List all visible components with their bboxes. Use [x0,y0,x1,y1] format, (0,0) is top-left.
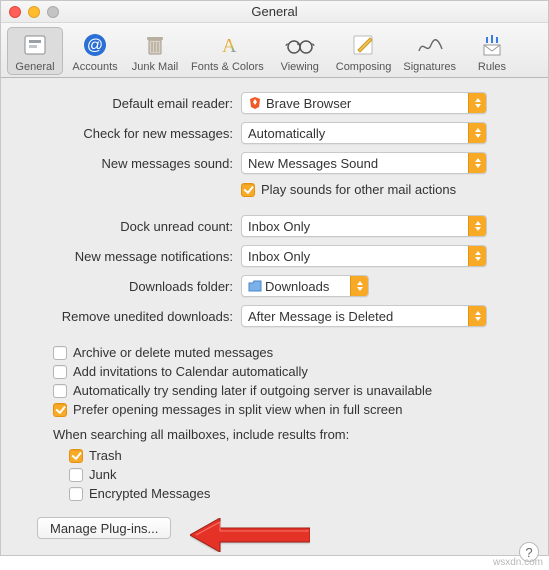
manage-plugins-label: Manage Plug-ins... [50,521,158,536]
default-reader-label: Default email reader: [23,96,241,111]
downloads-select[interactable]: Downloads [241,275,369,297]
tab-signatures[interactable]: Signatures [399,27,460,75]
signature-icon [414,31,446,59]
zoom-icon[interactable] [47,6,59,18]
new-sound-value: New Messages Sound [248,156,486,171]
svg-text:@: @ [87,37,103,54]
tab-viewing[interactable]: Viewing [272,27,328,75]
trash-label: Trash [89,448,122,463]
chevron-updown-icon [468,93,486,113]
checkbox-icon [241,183,255,197]
folder-icon [248,280,262,292]
compose-icon [348,31,380,59]
new-sound-label: New messages sound: [23,156,241,171]
glasses-icon [284,31,316,59]
default-reader-value: Brave Browser [266,96,486,111]
check-messages-value: Automatically [248,126,486,141]
tab-viewing-label: Viewing [281,61,319,73]
fonts-icon: A [211,31,243,59]
preferences-toolbar: General @ Accounts Junk Mail A Fonts & C… [1,23,548,78]
window-title: General [251,4,297,19]
auto-send-later-checkbox[interactable]: Automatically try sending later if outgo… [53,383,526,398]
checkbox-icon [69,487,83,501]
junk-label: Junk [89,467,116,482]
general-icon [19,31,51,59]
trash-checkbox[interactable]: Trash [69,448,526,463]
auto-send-later-label: Automatically try sending later if outgo… [73,383,432,398]
tab-general-label: General [15,61,54,73]
close-icon[interactable] [9,6,21,18]
checkbox-icon [69,468,83,482]
chevron-updown-icon [468,306,486,326]
tab-junk-label: Junk Mail [132,61,178,73]
minimize-icon[interactable] [28,6,40,18]
tab-fonts-label: Fonts & Colors [191,61,264,73]
checkbox-icon [53,346,67,360]
chevron-updown-icon [468,246,486,266]
search-section-label: When searching all mailboxes, include re… [53,427,526,442]
tab-fonts-colors[interactable]: A Fonts & Colors [187,27,268,75]
brave-icon [248,96,262,110]
at-icon: @ [79,31,111,59]
remove-unedited-label: Remove unedited downloads: [23,309,241,324]
check-messages-label: Check for new messages: [23,126,241,141]
chevron-updown-icon [468,123,486,143]
tab-accounts[interactable]: @ Accounts [67,27,123,75]
preferences-window: General General @ Accounts Junk Mail A F… [0,0,549,556]
dock-unread-select[interactable]: Inbox Only [241,215,487,237]
tab-rules[interactable]: Rules [464,27,520,75]
chevron-updown-icon [350,276,368,296]
junk-checkbox[interactable]: Junk [69,467,526,482]
checkbox-icon [69,449,83,463]
remove-unedited-select[interactable]: After Message is Deleted [241,305,487,327]
window-controls [9,6,59,18]
remove-unedited-value: After Message is Deleted [248,309,486,324]
notifications-label: New message notifications: [23,249,241,264]
archive-muted-label: Archive or delete muted messages [73,345,273,360]
encrypted-checkbox[interactable]: Encrypted Messages [69,486,526,501]
chevron-updown-icon [468,153,486,173]
general-pane: Default email reader: Brave Browser Chec… [1,78,548,555]
archive-muted-checkbox[interactable]: Archive or delete muted messages [53,345,526,360]
add-invites-label: Add invitations to Calendar automaticall… [73,364,308,379]
checkbox-icon [53,403,67,417]
trash-icon [139,31,171,59]
checkbox-icon [53,365,67,379]
tab-signatures-label: Signatures [403,61,456,73]
play-sounds-checkbox[interactable]: Play sounds for other mail actions [241,182,456,197]
add-invites-checkbox[interactable]: Add invitations to Calendar automaticall… [53,364,526,379]
notifications-select[interactable]: Inbox Only [241,245,487,267]
tab-composing[interactable]: Composing [332,27,396,75]
manage-plugins-button[interactable]: Manage Plug-ins... [37,517,171,539]
new-sound-select[interactable]: New Messages Sound [241,152,487,174]
split-view-checkbox[interactable]: Prefer opening messages in split view wh… [53,402,526,417]
svg-text:A: A [222,35,237,57]
tab-composing-label: Composing [336,61,392,73]
play-sounds-label: Play sounds for other mail actions [261,182,456,197]
titlebar: General [1,1,548,23]
notifications-value: Inbox Only [248,249,486,264]
tab-junk-mail[interactable]: Junk Mail [127,27,183,75]
split-view-label: Prefer opening messages in split view wh… [73,402,403,417]
downloads-label: Downloads folder: [23,279,241,294]
check-messages-select[interactable]: Automatically [241,122,487,144]
tab-general[interactable]: General [7,27,63,75]
chevron-updown-icon [468,216,486,236]
dock-unread-value: Inbox Only [248,219,486,234]
rules-icon [476,31,508,59]
checkbox-icon [53,384,67,398]
tab-rules-label: Rules [478,61,506,73]
dock-unread-label: Dock unread count: [23,219,241,234]
default-reader-select[interactable]: Brave Browser [241,92,487,114]
tab-accounts-label: Accounts [72,61,117,73]
encrypted-label: Encrypted Messages [89,486,210,501]
watermark: wsxdn.com [493,557,543,568]
